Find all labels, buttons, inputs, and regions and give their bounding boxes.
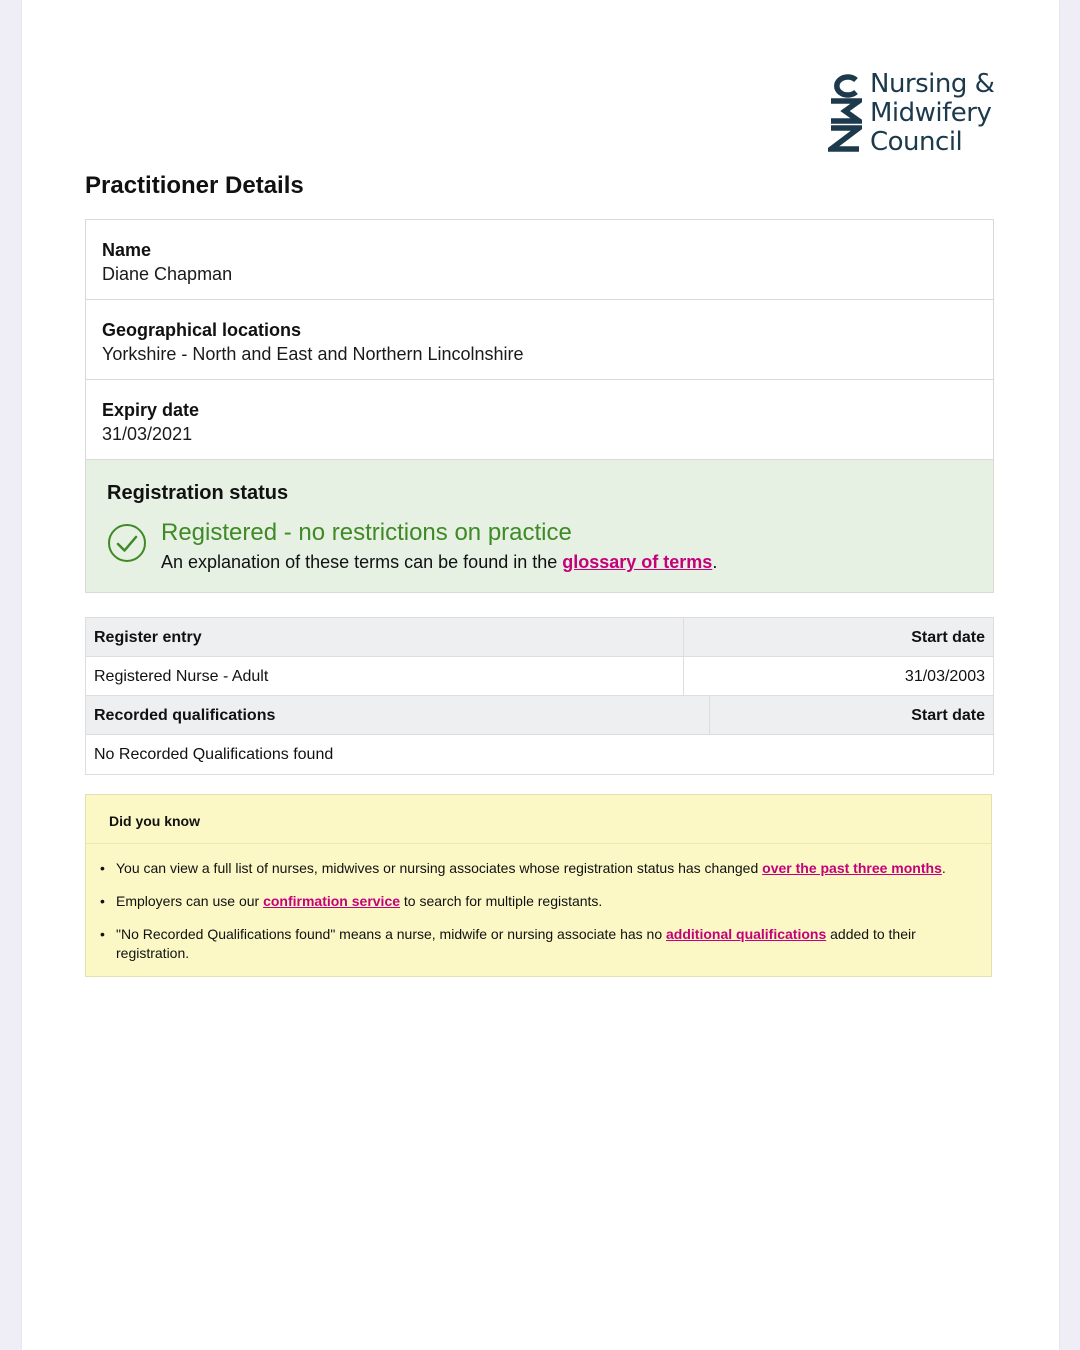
table-row: No Recorded Qualifications found <box>86 735 993 774</box>
logo-line-2: Midwifery <box>870 98 992 128</box>
status-note: An explanation of these terms can be fou… <box>161 550 717 574</box>
name-label: Name <box>102 240 152 260</box>
expiry-row: Expiry date 31/03/2021 <box>86 380 993 460</box>
page-title: Practitioner Details <box>85 172 304 199</box>
geo-value: Yorkshire - North and East and Northern … <box>102 344 524 364</box>
status-main-text: Registered - no restrictions on practice <box>161 519 572 546</box>
name-value: Diane Chapman <box>102 264 233 284</box>
item-text: Employers can use our <box>116 893 264 909</box>
bullet-icon: • <box>100 926 105 942</box>
nmc-logo-mark <box>828 74 862 152</box>
list-item: • "No Recorded Qualifications found" mean… <box>100 925 971 963</box>
list-item: • Employers can use our confirmation serv… <box>100 892 971 911</box>
logo-line-3: Council <box>870 127 963 157</box>
status-note-suffix: . <box>712 552 718 572</box>
geo-row: Geographical locations Yorkshire - North… <box>86 300 993 380</box>
glossary-link[interactable]: glossary of terms <box>562 552 712 572</box>
item-suffix: to search for multiple registants. <box>400 893 603 909</box>
confirmation-service-link[interactable]: confirmation service <box>263 893 400 909</box>
register-header-row: Register entry Start date <box>86 618 993 657</box>
expiry-value: 31/03/2021 <box>102 424 193 444</box>
qualifications-start-header: Start date <box>709 696 993 734</box>
register-entry-cell: Registered Nurse - Adult <box>94 668 269 685</box>
document-page: Nursing & Midwifery Council Practitioner… <box>22 0 1059 1350</box>
status-title: Registration status <box>107 482 289 504</box>
bullet-icon: • <box>100 893 105 909</box>
list-item: • You can view a full list of nurses, mid… <box>100 859 971 878</box>
item-suffix: . <box>941 860 946 876</box>
did-you-know-box: Did you know • You can view a full list o… <box>85 794 992 977</box>
qualifications-header-row: Recorded qualifications Start date <box>86 696 993 735</box>
status-note-prefix: An explanation of these terms can be fou… <box>161 552 563 572</box>
item-text: "No Recorded Qualifications found" means… <box>116 926 667 942</box>
qualifications-header: Recorded qualifications <box>94 707 276 724</box>
geo-label: Geographical locations <box>102 320 302 340</box>
table-row: Registered Nurse - Adult 31/03/2003 <box>86 657 993 696</box>
nmc-logo: Nursing & Midwifery Council <box>828 70 1028 160</box>
logo-line-1: Nursing & <box>870 69 995 99</box>
did-you-know-title: Did you know <box>86 795 991 844</box>
did-you-know-list: • You can view a full list of nurses, mid… <box>86 844 991 963</box>
qualifications-empty-cell: No Recorded Qualifications found <box>94 746 334 763</box>
register-start-cell: 31/03/2003 <box>683 657 993 695</box>
practitioner-details-card: Name Diane Chapman Geographical location… <box>85 219 994 593</box>
register-entry-header: Register entry <box>94 629 202 646</box>
name-row: Name Diane Chapman <box>86 220 993 300</box>
bullet-icon: • <box>100 860 105 876</box>
past-three-months-link[interactable]: over the past three months <box>762 860 942 876</box>
check-circle-icon <box>108 524 146 562</box>
item-text: You can view a full list of nurses, midw… <box>116 860 763 876</box>
registration-status-box: Registration status Registered - no rest… <box>86 460 993 592</box>
logo-wordmark: Nursing & Midwifery Council <box>870 69 995 157</box>
register-start-header: Start date <box>683 618 993 656</box>
expiry-label: Expiry date <box>102 400 200 420</box>
register-table: Register entry Start date Registered Nur… <box>85 617 994 775</box>
additional-qualifications-link[interactable]: additional qualifications <box>666 926 826 942</box>
